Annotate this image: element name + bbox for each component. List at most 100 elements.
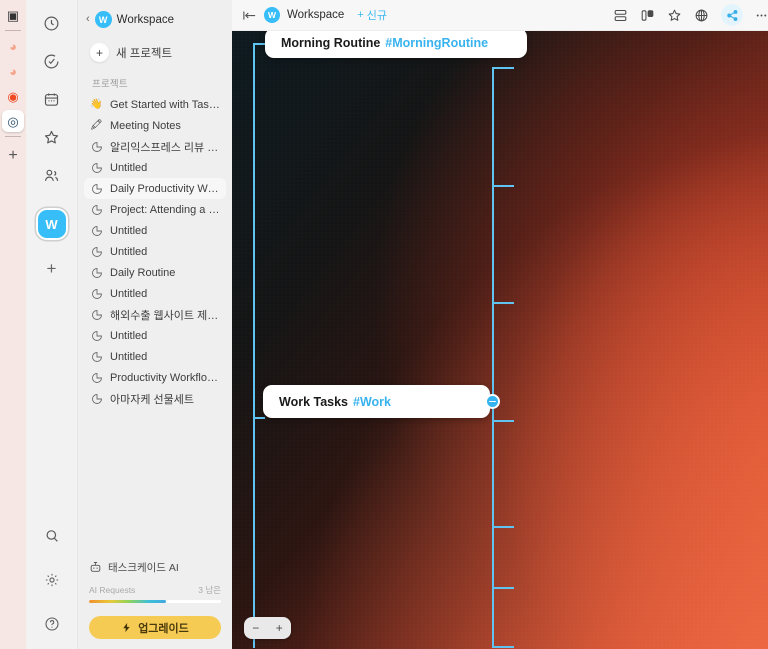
list-item-label: Untitled [110, 224, 148, 237]
wave-emoji-icon: 👋 [90, 99, 103, 110]
collapse-sidebar-icon[interactable] [242, 8, 257, 23]
list-item[interactable]: Project: Attending a Danci... [84, 199, 226, 220]
project-icon [90, 329, 103, 342]
reddit-app-icon[interactable]: ◉ [2, 85, 24, 107]
new-project-label: 새 프로젝트 [116, 47, 173, 60]
strip-divider [5, 30, 21, 31]
edge-child-branch-7 [492, 646, 514, 648]
mindmap-node-work-tasks[interactable]: Work Tasks #Work [263, 385, 490, 418]
more-options-icon[interactable] [755, 9, 768, 22]
share-icon[interactable] [721, 4, 743, 26]
node-title: Morning Routine [281, 36, 381, 50]
ai-title: 태스크케이드 AI [108, 562, 179, 574]
sidebar-item-calendar[interactable] [37, 84, 67, 114]
ai-robot-icon [89, 561, 102, 574]
workspace-avatar[interactable]: W [94, 11, 112, 28]
tab-manager-icon[interactable]: ▣ [2, 4, 24, 26]
edge-trunk-vertical [253, 43, 255, 648]
reddit-profile-icon-2[interactable]: ◕ [2, 60, 24, 82]
list-item-label: Untitled [110, 161, 148, 174]
list-item[interactable]: Untitled [84, 241, 226, 262]
zoom-controls[interactable]: − + [244, 617, 291, 639]
workspace-avatar-rail[interactable]: W [37, 210, 66, 238]
list-item-label: 해외수출 웹사이트 제작 - ... [110, 309, 220, 322]
list-item-active[interactable]: Daily Productivity Workflo... [84, 178, 226, 199]
list-item-label: Untitled [110, 329, 148, 342]
project-icon [90, 392, 103, 405]
gear-icon[interactable] [37, 565, 67, 595]
list-item[interactable]: 아마자케 선물세트 [84, 388, 226, 409]
edge-to-work-tasks [253, 417, 265, 419]
sidebar-item-favorites[interactable] [37, 122, 67, 152]
project-icon [90, 245, 103, 258]
list-item[interactable]: 해외수출 웹사이트 제작 - ... [84, 304, 226, 325]
sidebar-item-tasks[interactable] [37, 46, 67, 76]
topbar-actions [613, 4, 767, 26]
favorite-star-icon[interactable] [667, 8, 682, 23]
list-item[interactable]: Productivity Workflow Te... [84, 367, 226, 388]
workspace-name: Workspace [116, 13, 174, 26]
ai-requests-progress-fill [89, 600, 166, 603]
upgrade-button[interactable]: 업그레이드 [89, 616, 221, 639]
list-item[interactable]: Untitled [84, 157, 226, 178]
list-item-label: Untitled [110, 350, 148, 363]
board-view-icon[interactable] [613, 8, 628, 23]
list-item[interactable]: Untitled [84, 283, 226, 304]
back-chevron-icon[interactable]: ‹ [86, 14, 90, 25]
add-workspace-button[interactable]: + [37, 254, 67, 284]
bolt-icon [121, 622, 132, 633]
sidebar-item-recent[interactable] [37, 8, 67, 38]
list-item-label: Daily Productivity Workflo... [110, 182, 220, 195]
project-list[interactable]: 👋 Get Started with Taskade 🖍 Meeting Not… [78, 94, 232, 552]
project-icon [90, 224, 103, 237]
project-icon [90, 350, 103, 363]
new-item-button[interactable]: + 신규 [357, 7, 387, 23]
sidebar-item-contacts[interactable] [37, 160, 67, 190]
projects-section-label: 프로젝트 [92, 79, 128, 90]
project-icon [90, 266, 103, 279]
list-item[interactable]: Daily Routine [84, 262, 226, 283]
edge-child-branch-4 [492, 420, 514, 422]
search-icon[interactable] [37, 521, 67, 551]
workspace-avatar-topbar[interactable]: W [264, 7, 280, 23]
list-item[interactable]: Untitled [84, 346, 226, 367]
upgrade-label: 업그레이드 [138, 622, 189, 635]
sidebar-header: ‹ W Workspace [78, 0, 232, 37]
columns-view-icon[interactable] [640, 8, 655, 23]
taskade-app-icon[interactable]: ◎ [2, 110, 24, 132]
project-icon [90, 287, 103, 300]
list-item-label: Project: Attending a Danci... [110, 203, 220, 216]
new-item-label: 신규 [366, 10, 387, 22]
new-project-button[interactable]: + 새 프로젝트 [86, 39, 224, 66]
project-icon [90, 203, 103, 216]
reddit-profile-icon-1[interactable]: ◕ [2, 35, 24, 57]
edge-child-branch-1 [492, 67, 514, 69]
list-item[interactable]: 👋 Get Started with Taskade [84, 94, 226, 115]
list-item[interactable]: Untitled [84, 220, 226, 241]
help-icon[interactable] [37, 609, 67, 639]
pen-emoji-icon: 🖍 [90, 120, 103, 131]
plus-icon: + [357, 9, 364, 21]
ai-title-row: 태스크케이드 AI [89, 560, 221, 575]
ai-panel: 태스크케이드 AI AI Requests 3 남은 업그레이드 [78, 552, 232, 649]
nav-rail-bottom [37, 521, 67, 639]
add-app-button[interactable]: + [2, 145, 24, 167]
plus-icon: + [90, 43, 109, 62]
edge-child-branch-2 [492, 185, 514, 187]
mindmap-canvas[interactable]: Morning Routine #MorningRoutine Work Tas… [232, 31, 768, 649]
zoom-out-button[interactable]: − [252, 622, 259, 634]
edge-child-branch-5 [492, 526, 514, 528]
zoom-in-button[interactable]: + [276, 622, 283, 634]
node-collapse-button[interactable] [485, 394, 500, 409]
list-item[interactable]: Untitled [84, 325, 226, 346]
node-tag: #Work [353, 394, 391, 409]
main-area: W Workspace + 신규 Morning Routine #Mornin… [232, 0, 768, 649]
list-item[interactable]: 🖍 Meeting Notes [84, 115, 226, 136]
list-item[interactable]: 알리익스프레스 리뷰 웹앱... [84, 136, 226, 157]
project-icon [90, 308, 103, 321]
mindmap-node-morning-routine[interactable]: Morning Routine #MorningRoutine [265, 31, 527, 58]
globe-icon[interactable] [694, 8, 709, 23]
list-item-label: 알리익스프레스 리뷰 웹앱... [110, 141, 220, 154]
node-tag: #MorningRoutine [385, 36, 489, 50]
list-item-label: Untitled [110, 287, 148, 300]
